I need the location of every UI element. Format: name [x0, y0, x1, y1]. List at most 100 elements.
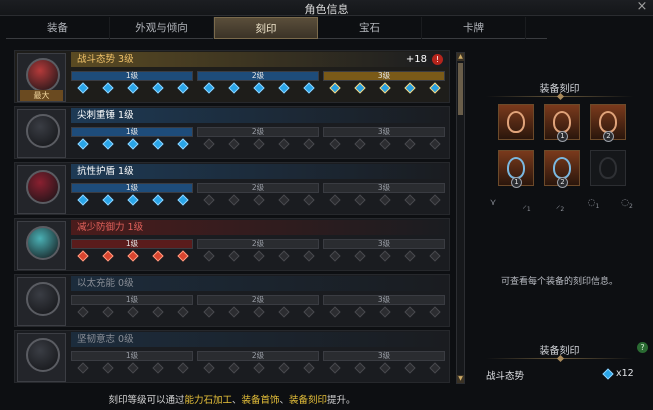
- engraving-node-icon: [404, 306, 416, 318]
- engraving-node-icon: [329, 138, 341, 150]
- ring-filter-icon[interactable]: ◌2: [616, 198, 638, 210]
- hint-separator: 、: [279, 395, 290, 406]
- scrollbar-thumb[interactable]: [458, 63, 463, 115]
- hint-link-engraving[interactable]: 装备刻印: [289, 395, 327, 406]
- engraving-name: 减少防御力 1级: [71, 220, 449, 235]
- engraving-row[interactable]: 尖刺重锤 1级 1级 2级 3级: [14, 106, 450, 159]
- level-segment-2: 2级: [197, 295, 319, 305]
- hint-link-accessory[interactable]: 装备首饰: [241, 395, 279, 406]
- level-segment-2: 2级: [197, 71, 319, 81]
- slot-badge: 2: [603, 131, 614, 142]
- engraving-node-icon: [429, 194, 441, 206]
- hint-text: 刻印等级可以通过: [108, 395, 185, 406]
- ability-stone-icon[interactable]: [590, 150, 626, 186]
- scroll-down-icon[interactable]: ▼: [457, 375, 464, 383]
- engraving-node-icon: [102, 306, 114, 318]
- level-segment-3: 3级: [323, 295, 445, 305]
- engraving-node-icon: [354, 306, 366, 318]
- engraving-node-icon: [253, 194, 265, 206]
- warning-icon[interactable]: !: [432, 54, 443, 65]
- engraving-node-icon: [152, 194, 164, 206]
- engraving-portrait: [17, 109, 66, 158]
- list-scrollbar[interactable]: ▲ ▼: [456, 52, 465, 384]
- equipment-engraving-panel: 装备刻印 1 2 1 2 ⋎ ⸝1 ⸝2 ◌1 ◌2 可查看每个装备的刻印信息。…: [472, 52, 648, 386]
- ring-icon[interactable]: 1: [498, 150, 534, 188]
- engraving-row[interactable]: 最大 战斗态势 3级 +18 ! 1级 2级 3级: [14, 50, 450, 103]
- help-icon[interactable]: ?: [637, 342, 648, 353]
- engraving-node-icon: [303, 194, 315, 206]
- engraving-gem-row: [73, 138, 445, 152]
- engraving-node-icon: [228, 362, 240, 374]
- engraving-name: 坚韧意志 0级: [71, 332, 449, 347]
- engraving-node-icon: [228, 194, 240, 206]
- amulet-icon[interactable]: [498, 104, 534, 140]
- tab-gems[interactable]: 宝石: [318, 17, 422, 39]
- engraving-node-icon: [278, 82, 290, 94]
- engraving-node-icon: [429, 82, 441, 94]
- engraving-medal-icon: [26, 170, 60, 204]
- engraving-node-icon: [177, 306, 189, 318]
- tab-engraving[interactable]: 刻印: [214, 17, 318, 39]
- heading-divider: [486, 354, 633, 363]
- scroll-up-icon[interactable]: ▲: [457, 53, 464, 61]
- engraving-node-icon: [379, 194, 391, 206]
- level-segment-1: 1级: [71, 183, 193, 193]
- hint-link-ability-stone[interactable]: 能力石加工: [184, 395, 232, 406]
- engraving-portrait: [17, 165, 66, 214]
- earring-icon[interactable]: 1: [544, 104, 580, 142]
- level-segment-2: 2级: [197, 127, 319, 137]
- engraving-medal-icon: [26, 226, 60, 260]
- engraving-node-icon: [203, 250, 215, 262]
- earring-filter-icon[interactable]: ⸝2: [549, 198, 571, 213]
- engraving-row[interactable]: 以太充能 0级 1级 2级 3级: [14, 274, 450, 327]
- ring-icon[interactable]: 2: [544, 150, 580, 188]
- engraving-row[interactable]: 抗性护盾 1级 1级 2级 3级: [14, 162, 450, 215]
- engraving-node-icon: [152, 82, 164, 94]
- engraving-node-icon: [77, 362, 89, 374]
- engraving-node-icon: [404, 250, 416, 262]
- tab-cards[interactable]: 卡牌: [422, 17, 526, 39]
- engraving-node-icon: [102, 362, 114, 374]
- engraving-node-icon: [278, 194, 290, 206]
- engraving-node-icon: [127, 138, 139, 150]
- filter-index: 1: [595, 202, 600, 210]
- engraving-node-icon: [303, 250, 315, 262]
- level-segment-1: 1级: [71, 295, 193, 305]
- engraving-node-icon: [404, 362, 416, 374]
- tab-appearance[interactable]: 外观与倾向: [110, 17, 214, 39]
- level-segment-3: 3级: [323, 127, 445, 137]
- max-level-badge: 最大: [20, 90, 63, 101]
- engraving-node-icon: [102, 194, 114, 206]
- engraving-node-icon: [177, 362, 189, 374]
- engraving-node-icon: [354, 138, 366, 150]
- engraving-portrait: [17, 277, 66, 326]
- engraving-node-icon: [152, 362, 164, 374]
- engraving-node-icon: [203, 194, 215, 206]
- engraving-row[interactable]: 减少防御力 1级 1级 2级 3级: [14, 218, 450, 271]
- engraving-node-icon: [429, 362, 441, 374]
- earring-icon[interactable]: 2: [590, 104, 626, 142]
- equipped-engraving-heading: 装备刻印: [472, 342, 647, 363]
- engraving-slot-grid: 1 2 1 2: [498, 104, 626, 188]
- close-icon[interactable]: ×: [635, 0, 649, 14]
- tab-equipment[interactable]: 装备: [6, 17, 110, 39]
- filter-index: 2: [560, 205, 565, 213]
- engraving-node-icon: [177, 138, 189, 150]
- level-segment-3: 3级: [323, 351, 445, 361]
- engraving-node-icon: [278, 250, 290, 262]
- ring-filter-icon[interactable]: ◌1: [583, 198, 605, 210]
- engraving-node-icon: [278, 306, 290, 318]
- earring-filter-icon[interactable]: ⸝1: [516, 198, 538, 213]
- engraving-node-icon: [253, 82, 265, 94]
- engraving-node-icon: [429, 250, 441, 262]
- engraving-point-icon: [602, 368, 614, 380]
- engraving-node-icon: [228, 306, 240, 318]
- necklace-filter-icon[interactable]: ⋎: [482, 198, 504, 210]
- engraving-node-icon: [177, 250, 189, 262]
- engraving-medal-icon: [26, 114, 60, 148]
- engraving-info-text: 可查看每个装备的刻印信息。: [500, 277, 618, 287]
- engraving-node-icon: [203, 306, 215, 318]
- engraving-node-icon: [354, 194, 366, 206]
- engraving-node-icon: [77, 194, 89, 206]
- engraving-row[interactable]: 坚韧意志 0级 1级 2级 3级: [14, 330, 450, 383]
